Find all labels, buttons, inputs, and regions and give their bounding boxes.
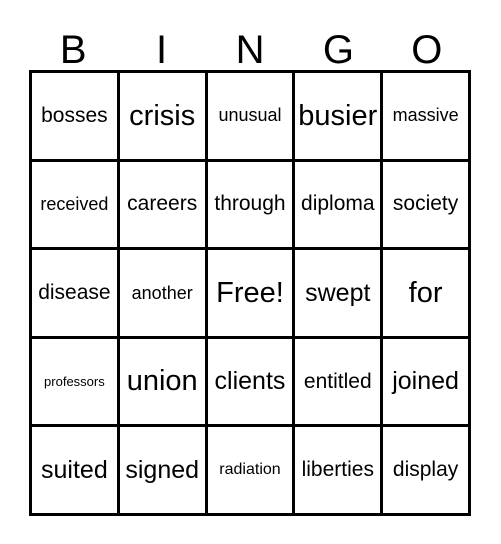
bingo-header-letter-n: N <box>235 28 265 72</box>
bingo-cell-label: Free! <box>216 276 284 309</box>
bingo-cell-label: society <box>392 192 459 216</box>
bingo-cell-b5[interactable]: suited <box>32 427 120 516</box>
bingo-cell-g4[interactable]: entitled <box>295 338 384 428</box>
bingo-cell-g1[interactable]: busier <box>295 73 384 162</box>
bingo-cell-label: entitled <box>303 369 372 393</box>
bingo-cell-i3[interactable]: another <box>119 250 208 339</box>
bingo-cell-label: diploma <box>301 192 375 216</box>
bingo-cell-label: display <box>392 458 459 482</box>
bingo-cell-g3[interactable]: swept <box>295 250 384 339</box>
bingo-cell-label: crisis <box>129 99 196 132</box>
bingo-cell-label: suited <box>41 456 108 485</box>
bingo-cell-label: busier <box>298 99 378 132</box>
bingo-header-letter-i: I <box>156 28 168 72</box>
bingo-cell-n4[interactable]: clients <box>207 338 296 428</box>
bingo-cell-label: for <box>408 276 443 309</box>
bingo-cell-b3[interactable]: disease <box>32 250 120 339</box>
bingo-cell-o5[interactable]: display <box>383 427 471 516</box>
bingo-cell-b4[interactable]: professors <box>32 338 120 428</box>
bingo-cell-label: through <box>214 192 286 216</box>
bingo-cell-label: disease <box>38 280 111 304</box>
bingo-cell-label: massive <box>392 105 459 126</box>
bingo-header-row: B I N G O <box>29 16 471 70</box>
bingo-cell-label: bosses <box>41 103 108 127</box>
bingo-row: bosses crisis unusual busier massive <box>32 73 471 162</box>
bingo-cell-label: radiation <box>219 460 281 478</box>
bingo-cell-i1[interactable]: crisis <box>119 73 208 162</box>
bingo-cell-o3[interactable]: for <box>383 250 471 339</box>
bingo-cell-n5[interactable]: radiation <box>207 427 296 516</box>
bingo-cell-free-space[interactable]: Free! <box>207 250 296 339</box>
bingo-cell-g5[interactable]: liberties <box>295 427 384 516</box>
bingo-card: B I N G O bosses crisis unusual busier m… <box>0 0 501 544</box>
bingo-cell-o2[interactable]: society <box>383 161 471 251</box>
bingo-cell-b2[interactable]: received <box>32 161 120 251</box>
bingo-row: disease another Free! swept for <box>32 250 471 339</box>
bingo-row: received careers through diploma society <box>32 161 471 251</box>
bingo-cell-label: clients <box>214 367 286 396</box>
bingo-cell-n2[interactable]: through <box>207 161 296 251</box>
bingo-header-letter-b: B <box>59 28 87 72</box>
bingo-cell-label: another <box>131 282 193 303</box>
bingo-cell-o4[interactable]: joined <box>383 338 471 428</box>
bingo-header-letter-o: O <box>411 28 443 72</box>
bingo-cell-g2[interactable]: diploma <box>295 161 384 251</box>
bingo-cell-label: liberties <box>301 458 374 482</box>
bingo-cell-label: signed <box>125 456 200 485</box>
bingo-row: professors union clients entitled joined <box>32 338 471 428</box>
bingo-cell-label: careers <box>127 192 198 216</box>
bingo-cell-i2[interactable]: careers <box>119 161 208 251</box>
bingo-grid: bosses crisis unusual busier massive rec… <box>29 70 471 516</box>
bingo-cell-b1[interactable]: bosses <box>32 73 120 162</box>
bingo-row: suited signed radiation liberties displa… <box>32 427 471 516</box>
bingo-cell-i4[interactable]: union <box>119 338 208 428</box>
bingo-cell-n1[interactable]: unusual <box>207 73 296 162</box>
bingo-cell-label: professors <box>44 373 105 389</box>
bingo-cell-label: received <box>40 193 109 214</box>
bingo-cell-label: joined <box>392 367 459 396</box>
bingo-cell-label: swept <box>305 278 371 307</box>
bingo-cell-label: unusual <box>218 105 282 126</box>
bingo-header-letter-g: G <box>322 28 354 72</box>
bingo-cell-label: union <box>126 365 198 398</box>
bingo-cell-i5[interactable]: signed <box>119 427 208 516</box>
bingo-cell-o1[interactable]: massive <box>383 73 471 162</box>
